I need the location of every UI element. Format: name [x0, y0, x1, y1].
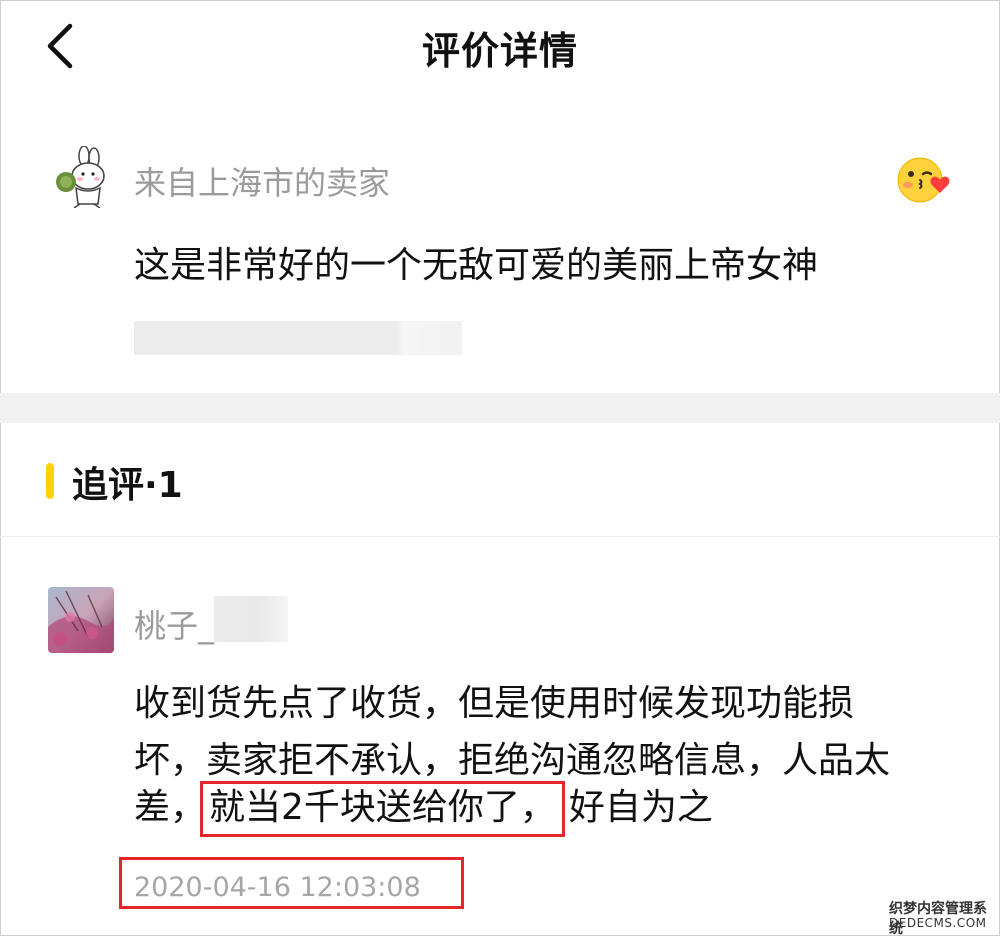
top-bar: 评价详情 [0, 0, 1000, 92]
review-text-line-2: 坏，卖家拒不承认，拒绝沟通忽略信息，人品太 [134, 740, 891, 781]
kiss-heart-emoji-icon[interactable] [896, 152, 954, 208]
blurred-content [134, 321, 462, 355]
review-text-suffix: 好自为之 [568, 787, 713, 828]
seller-name: 来自上海市的卖家 [134, 164, 391, 202]
review-text-prefix: 差， [134, 787, 207, 828]
section-divider [0, 393, 1000, 423]
watermark-url: DEDECMS.COM [889, 916, 987, 930]
timestamp: 2020-04-16 12:03:08 [134, 872, 421, 903]
section-title: 追评·1 [72, 465, 183, 506]
page-title: 评价详情 [421, 29, 578, 73]
review-text-line-1: 收到货先点了收货，但是使用时候发现功能损 [134, 683, 855, 724]
review-text-line-3: 差，就当2千块送给你了， 好自为之 [134, 778, 713, 837]
seller-review-text: 这是非常好的一个无敌可爱的美丽上帝女神 [134, 245, 819, 286]
user-avatar[interactable] [48, 587, 114, 653]
divider [0, 536, 1000, 537]
highlighted-text: 就当2千块送给你了， [200, 781, 565, 837]
user-name: 桃子_ [134, 607, 215, 645]
section-accent-bar [46, 463, 54, 499]
bunny-avatar-icon[interactable] [50, 145, 108, 209]
blurred-username [214, 596, 288, 642]
